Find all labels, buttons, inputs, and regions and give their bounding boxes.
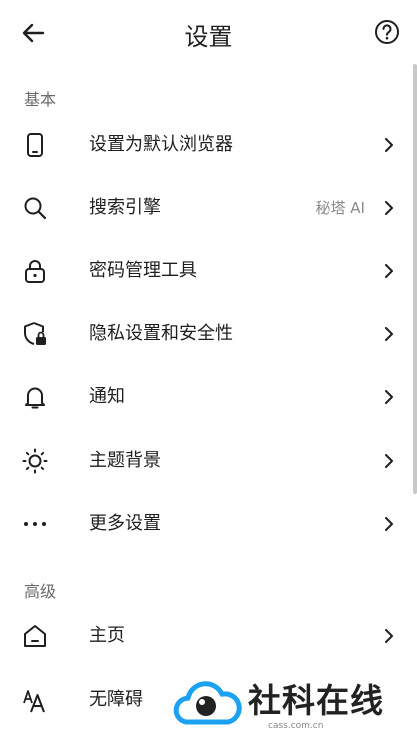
row-label: 主页 — [89, 625, 125, 646]
chevron-right-icon — [385, 517, 393, 531]
row-label: 主题背景 — [89, 450, 161, 471]
page-title: 设置 — [184, 23, 233, 51]
row-home[interactable]: 主页 — [0, 606, 406, 666]
chevron-right-icon — [385, 629, 393, 643]
search-engine-value: 秘塔 AI — [315, 199, 365, 217]
scrollbar[interactable] — [413, 64, 417, 494]
sun-icon — [22, 448, 48, 474]
home-icon — [24, 625, 46, 647]
search-icon — [24, 197, 47, 220]
watermark: 社科在线 cass.com.cn — [172, 670, 412, 736]
row-notifications[interactable]: 通知 — [0, 367, 406, 427]
row-search-engine[interactable]: 搜索引擎 秘塔 AI — [0, 178, 406, 238]
chevron-right-icon — [385, 454, 393, 468]
chevron-right-icon — [385, 138, 393, 152]
top-app-bar: 设置 — [0, 0, 417, 68]
lock-icon — [25, 260, 45, 283]
chevron-right-icon — [385, 264, 393, 278]
row-more-settings[interactable]: 更多设置 — [0, 494, 406, 554]
help-icon[interactable] — [373, 18, 401, 46]
row-label: 无障碍 — [89, 689, 143, 710]
section-header-advanced: 高级 — [24, 582, 57, 601]
watermark-title: 社科在线 — [248, 681, 384, 720]
text-size-icon — [23, 690, 45, 713]
row-password-manager[interactable]: 密码管理工具 — [0, 241, 406, 301]
row-default-browser[interactable]: 设置为默认浏览器 — [0, 115, 406, 175]
chevron-right-icon — [385, 327, 393, 341]
bell-icon — [25, 387, 45, 409]
cloud-logo-icon — [173, 681, 242, 725]
section-header-basic: 基本 — [24, 90, 57, 109]
chevron-right-icon — [385, 390, 393, 404]
row-label: 搜索引擎 — [89, 197, 161, 218]
row-label: 密码管理工具 — [89, 260, 197, 281]
row-label: 设置为默认浏览器 — [89, 134, 233, 155]
row-label: 通知 — [89, 386, 125, 407]
phone-icon — [27, 133, 43, 157]
shield-lock-icon — [24, 322, 46, 345]
watermark-site: cass.com.cn — [268, 721, 324, 731]
chevron-right-icon — [385, 201, 393, 215]
row-label: 更多设置 — [89, 513, 161, 534]
more-dots-icon — [24, 522, 46, 526]
row-label: 隐私设置和安全性 — [89, 323, 233, 344]
row-theme[interactable]: 主题背景 — [0, 431, 406, 491]
row-privacy-security[interactable]: 隐私设置和安全性 — [0, 304, 406, 364]
